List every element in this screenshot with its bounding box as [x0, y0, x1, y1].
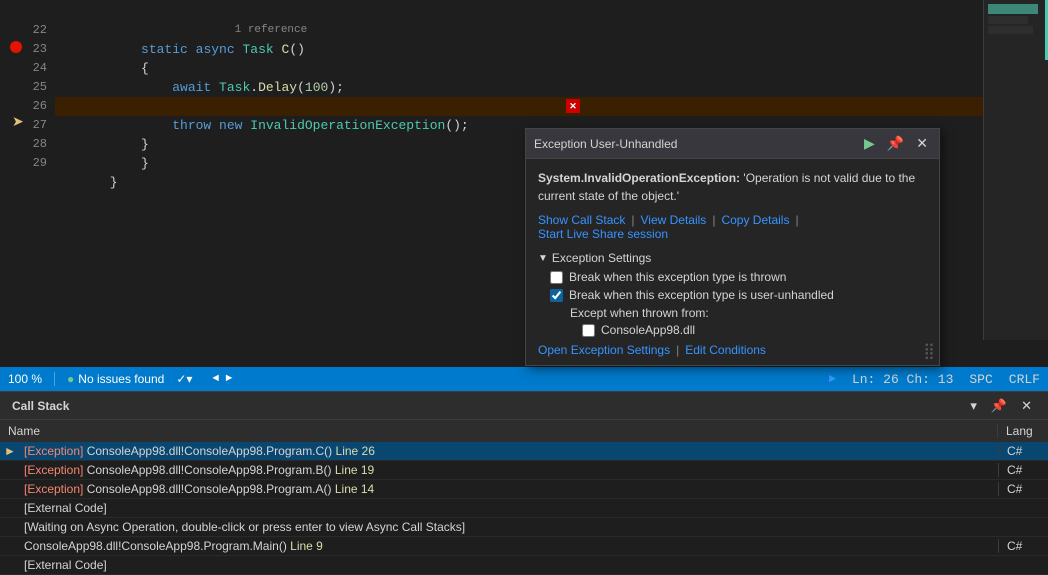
col-header-lang: Lang: [998, 424, 1048, 438]
dll-label: ConsoleApp98.dll: [601, 323, 695, 337]
continue-button[interactable]: ▶: [861, 134, 878, 153]
edit-conditions-link[interactable]: Edit Conditions: [685, 343, 766, 357]
start-live-share-link[interactable]: Start Live Share session: [538, 227, 668, 241]
line-col-info: Ln: 26 Ch: 13: [852, 372, 953, 387]
show-call-stack-link[interactable]: Show Call Stack: [538, 213, 625, 227]
line-numbers: 22 23 24 25 26 27 28 29: [0, 0, 55, 340]
dll-checkbox[interactable]: [582, 324, 595, 337]
popup-bottom-links: Open Exception Settings | Edit Condition…: [538, 343, 927, 357]
popup-title: Exception User-Unhandled: [534, 137, 677, 151]
exception-message: System.InvalidOperationException: 'Opera…: [538, 169, 927, 205]
settings-header: ▼ Exception Settings: [538, 251, 927, 265]
panel-down-button[interactable]: ▾: [966, 396, 981, 416]
row-name: ConsoleApp98.dll!ConsoleApp98.Program.Ma…: [20, 539, 998, 553]
stack-row[interactable]: [External Code]: [0, 499, 1048, 518]
resize-handle[interactable]: ⣿: [923, 341, 935, 361]
exception-icon: ✕: [566, 99, 580, 113]
stack-row[interactable]: ► [Exception] ConsoleApp98.dll!ConsoleAp…: [0, 442, 1048, 461]
popup-body: System.InvalidOperationException: 'Opera…: [526, 159, 939, 365]
dll-row: ConsoleApp98.dll: [582, 323, 927, 337]
checkbox-row-2: Break when this exception type is user-u…: [550, 288, 927, 302]
checkbox-row-1: Break when this exception type is thrown: [550, 270, 927, 284]
popup-links: Show Call Stack | View Details | Copy De…: [538, 213, 927, 241]
stack-row[interactable]: [Exception] ConsoleApp98.dll!ConsoleApp9…: [0, 461, 1048, 480]
popup-controls: ▶ 📌 ✕: [861, 134, 931, 153]
panel-close-button[interactable]: ✕: [1017, 396, 1036, 416]
row-name: [External Code]: [20, 558, 998, 572]
view-details-link[interactable]: View Details: [641, 213, 707, 227]
filter-icon: ✓▾: [176, 372, 192, 386]
stack-row[interactable]: [Waiting on Async Operation, double-clic…: [0, 518, 1048, 537]
status-bar: 100 % ● No issues found ✓▾ ◄ ► ► Ln: 26 …: [0, 367, 1048, 391]
code-line-26: throw new InvalidOperationException(); ✕: [55, 97, 1048, 116]
stack-row[interactable]: [Exception] ConsoleApp98.dll!ConsoleApp9…: [0, 480, 1048, 499]
status-issues[interactable]: ● No issues found: [67, 372, 164, 386]
row-active-indicator: ►: [0, 444, 20, 458]
encoding-info[interactable]: SPC: [969, 372, 992, 387]
row-lang: C#: [998, 539, 1048, 553]
exception-settings: ▼ Exception Settings Break when this exc…: [538, 251, 927, 357]
close-popup-button[interactable]: ✕: [913, 134, 931, 153]
break-on-throw-label: Break when this exception type is thrown: [569, 270, 786, 284]
exception-type: System.InvalidOperationException:: [538, 171, 740, 185]
call-stack-panel: Call Stack ▾ 📌 ✕ Name Lang ► [Exception]…: [0, 391, 1048, 556]
row-lang: C#: [998, 463, 1048, 477]
copy-details-link[interactable]: Copy Details: [721, 213, 789, 227]
nav-arrows[interactable]: ◄ ►: [212, 373, 232, 385]
table-header: Name Lang: [0, 420, 1048, 442]
issues-text: No issues found: [78, 372, 164, 386]
panel-controls: ▾ 📌 ✕: [966, 396, 1036, 416]
pin-button[interactable]: 📌: [884, 134, 907, 153]
break-on-unhandled-label: Break when this exception type is user-u…: [569, 288, 834, 302]
panel-header: Call Stack ▾ 📌 ✕: [0, 392, 1048, 420]
zoom-level: 100 %: [8, 372, 42, 386]
stack-row[interactable]: ConsoleApp98.dll!ConsoleApp98.Program.Ma…: [0, 537, 1048, 556]
row-name: [Exception] ConsoleApp98.dll!ConsoleApp9…: [20, 463, 998, 477]
triangle-icon: ▼: [538, 253, 548, 264]
debug-arrow: ►: [829, 372, 836, 386]
right-panel: [983, 0, 1048, 340]
row-lang: C#: [998, 444, 1048, 458]
issues-checkmark: ●: [67, 372, 74, 386]
status-zoom[interactable]: 100 %: [8, 372, 42, 386]
row-name: [Exception] ConsoleApp98.dll!ConsoleApp9…: [20, 444, 998, 458]
panel-pin-button[interactable]: 📌: [987, 396, 1011, 416]
current-line-arrow: ➤: [12, 114, 24, 133]
settings-title: Exception Settings: [552, 251, 651, 265]
line-ending-info[interactable]: CRLF: [1009, 372, 1040, 387]
except-when-label: Except when thrown from:: [570, 306, 927, 320]
stack-rows: ► [Exception] ConsoleApp98.dll!ConsoleAp…: [0, 442, 1048, 575]
row-name: [Exception] ConsoleApp98.dll!ConsoleApp9…: [20, 482, 998, 496]
code-line-24: await Task.Delay(100);: [55, 59, 1048, 78]
break-on-throw-checkbox[interactable]: [550, 271, 563, 284]
stack-row[interactable]: [External Code]: [0, 556, 1048, 575]
row-lang: C#: [998, 482, 1048, 496]
col-header-name: Name: [0, 424, 998, 438]
popup-header: Exception User-Unhandled ▶ 📌 ✕: [526, 129, 939, 159]
row-name: [Waiting on Async Operation, double-clic…: [20, 520, 998, 534]
code-reference: 1 reference: [55, 2, 1048, 21]
status-filter[interactable]: ✓▾: [176, 372, 192, 386]
exception-popup: Exception User-Unhandled ▶ 📌 ✕ System.In…: [525, 128, 940, 366]
open-exception-settings-link[interactable]: Open Exception Settings: [538, 343, 670, 357]
panel-title: Call Stack: [12, 399, 69, 413]
break-on-unhandled-checkbox[interactable]: [550, 289, 563, 302]
breakpoint-indicator: [10, 41, 22, 53]
row-name: [External Code]: [20, 501, 998, 515]
status-right: ► Ln: 26 Ch: 13 SPC CRLF: [829, 372, 1040, 387]
